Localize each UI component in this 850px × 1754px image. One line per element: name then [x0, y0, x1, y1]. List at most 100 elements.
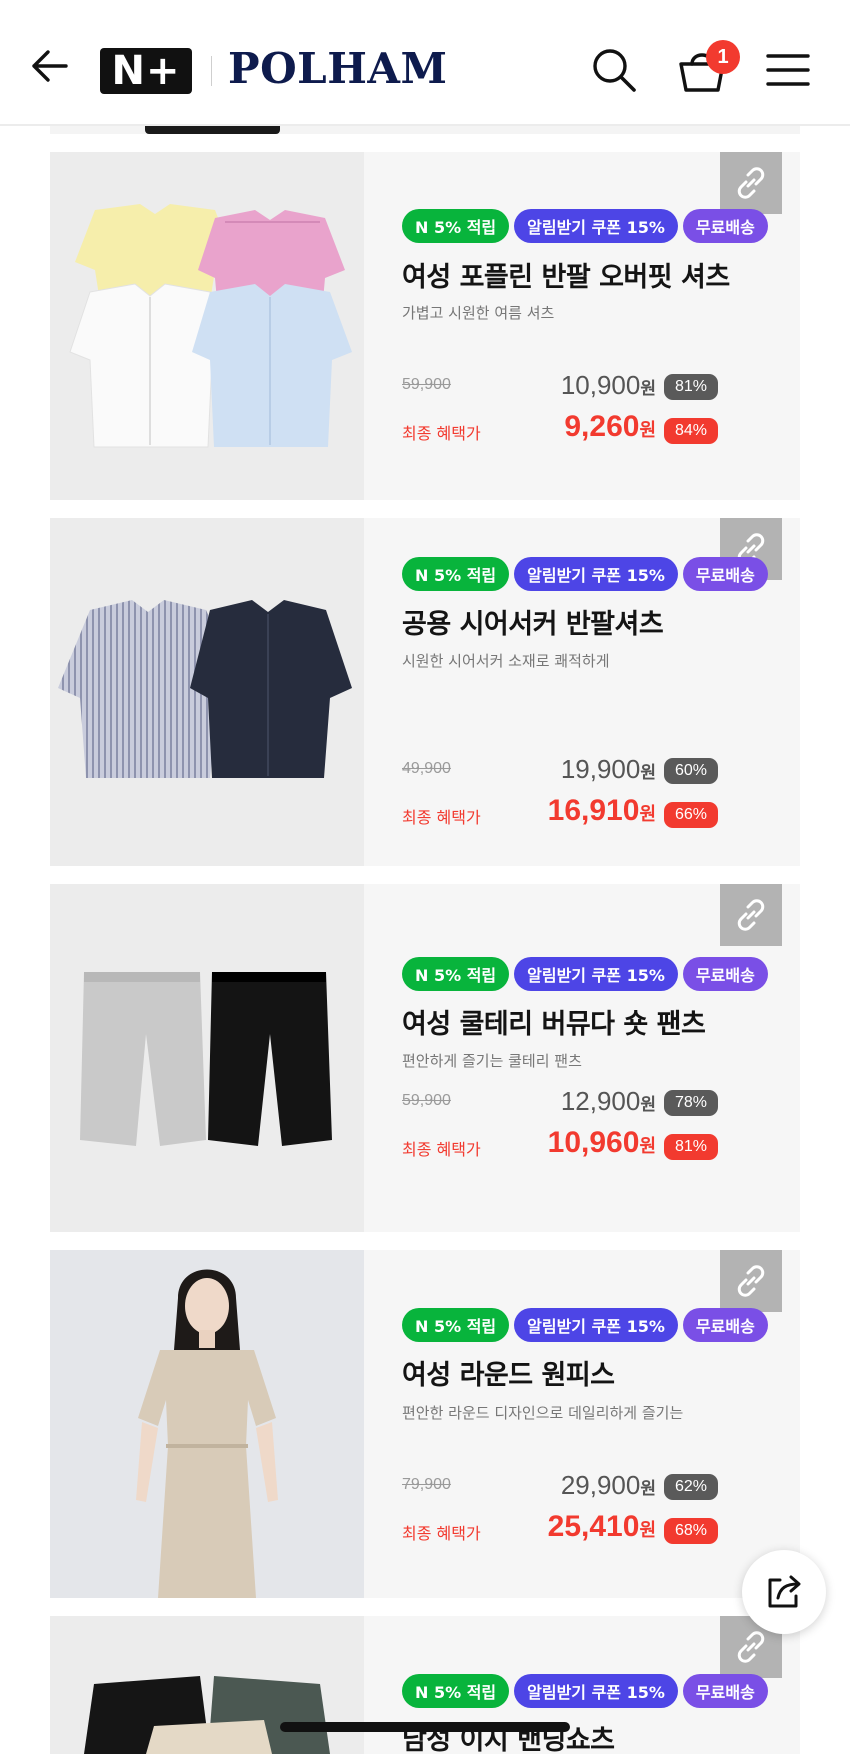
- top-app-bar: N+ POLHAM 1: [0, 0, 850, 126]
- back-button[interactable]: [28, 44, 72, 88]
- benefit-badges: N 5% 적립 알림받기 쿠폰 15% 무료배송: [402, 1674, 768, 1708]
- coupon-badge: 알림받기 쿠폰 15%: [514, 1308, 678, 1342]
- sale-price-value: 19,900: [560, 754, 641, 784]
- free-shipping-badge: 무료배송: [682, 1308, 768, 1342]
- final-price-value: 9,260: [564, 410, 640, 443]
- product-description: 가볍고 시원한 여름 셔츠: [402, 304, 555, 322]
- currency-unit: 원: [639, 804, 656, 824]
- free-shipping-badge: 무료배송: [682, 209, 768, 243]
- share-icon: [768, 1575, 801, 1608]
- original-price: 59,900: [402, 376, 451, 393]
- search-icon: [593, 49, 636, 92]
- sale-discount-badge: 81%: [664, 374, 718, 400]
- search-button[interactable]: [590, 46, 638, 94]
- product-info: N 5% 적립 알림받기 쿠폰 15% 무료배송 공용 시어서커 반팔셔츠 시원…: [364, 518, 800, 866]
- currency-unit: 원: [639, 1520, 656, 1540]
- menu-button[interactable]: [764, 50, 812, 90]
- free-shipping-badge: 무료배송: [682, 1674, 768, 1708]
- original-price: 49,900: [402, 760, 451, 777]
- final-price: 16,910원: [548, 794, 656, 828]
- product-card[interactable]: N 5% 적립 알림받기 쿠폰 15% 무료배송 여성 라운드 원피스 편안한 …: [50, 1250, 800, 1598]
- benefit-badges: N 5% 적립 알림받기 쿠폰 15% 무료배송: [402, 1308, 768, 1342]
- benefit-badges: N 5% 적립 알림받기 쿠폰 15% 무료배송: [402, 209, 768, 243]
- final-price: 25,410원: [548, 1510, 656, 1544]
- final-discount-badge: 66%: [664, 802, 718, 828]
- product-name[interactable]: 공용 시어서커 반팔셔츠: [402, 602, 664, 641]
- final-price-label: 최종 혜택가: [402, 808, 481, 827]
- cart-count-badge: 1: [706, 40, 740, 74]
- coupon-badge: 알림받기 쿠폰 15%: [514, 209, 678, 243]
- arrow-left-icon: [32, 50, 68, 82]
- final-price: 10,960원: [548, 1126, 656, 1160]
- currency-unit: 원: [640, 379, 656, 398]
- sale-discount-badge: 60%: [664, 758, 718, 784]
- sale-price: 10,900원: [561, 370, 656, 401]
- points-badge: N 5% 적립: [402, 557, 510, 591]
- link-icon: [737, 899, 765, 931]
- share-button[interactable]: [742, 1550, 826, 1634]
- final-price-value: 10,960: [547, 1126, 640, 1159]
- product-description: 편안한 라운드 디자인으로 데일리하게 즐기는: [402, 1404, 684, 1422]
- sale-price-value: 12,900: [560, 1086, 641, 1116]
- brand-divider: [211, 56, 212, 86]
- link-icon: [737, 167, 765, 199]
- previous-item-peek: [50, 126, 800, 134]
- currency-unit: 원: [640, 1479, 656, 1498]
- points-badge: N 5% 적립: [402, 1674, 510, 1708]
- coupon-badge: 알림받기 쿠폰 15%: [514, 1674, 678, 1708]
- sale-price: 29,900원: [561, 1470, 656, 1501]
- copy-link-button[interactable]: [720, 1250, 782, 1312]
- original-price: 59,900: [402, 1092, 451, 1109]
- final-price: 9,260원: [564, 410, 656, 444]
- product-name[interactable]: 여성 쿨테리 버뮤다 숏 팬츠: [402, 1002, 706, 1041]
- benefit-badges: N 5% 적립 알림받기 쿠폰 15% 무료배송: [402, 957, 768, 991]
- product-description: 시원한 시어서커 소재로 쾌적하게: [402, 652, 610, 670]
- product-info: N 5% 적립 알림받기 쿠폰 15% 무료배송 여성 쿨테리 버뮤다 숏 팬츠…: [364, 884, 800, 1232]
- currency-unit: 원: [640, 1095, 656, 1114]
- final-price-label: 최종 혜택가: [402, 424, 481, 443]
- product-image[interactable]: [50, 1616, 364, 1754]
- coupon-badge: 알림받기 쿠폰 15%: [514, 957, 678, 991]
- free-shipping-badge: 무료배송: [682, 957, 768, 991]
- product-image[interactable]: [50, 152, 364, 500]
- hamburger-menu-icon: [766, 54, 810, 86]
- product-info: N 5% 적립 알림받기 쿠폰 15% 무료배송 여성 라운드 원피스 편안한 …: [364, 1250, 800, 1598]
- free-shipping-badge: 무료배송: [682, 557, 768, 591]
- product-name[interactable]: 여성 라운드 원피스: [402, 1353, 615, 1392]
- product-info: N 5% 적립 알림받기 쿠폰 15% 무료배송 여성 포플린 반팔 오버핏 셔…: [364, 152, 800, 500]
- product-name[interactable]: 여성 포플린 반팔 오버핏 셔츠: [402, 255, 730, 294]
- product-image[interactable]: [50, 1250, 364, 1598]
- points-badge: N 5% 적립: [402, 1308, 510, 1342]
- sale-price: 12,900원: [561, 1086, 656, 1117]
- sale-discount-badge: 62%: [664, 1474, 718, 1500]
- sale-price-value: 10,900: [560, 370, 641, 400]
- link-icon: [737, 1631, 765, 1663]
- final-price-label: 최종 혜택가: [402, 1524, 481, 1543]
- product-info: N 5% 적립 알림받기 쿠폰 15% 무료배송 남성 이지 밴딩쇼츠: [364, 1616, 800, 1754]
- sale-price: 19,900원: [561, 754, 656, 785]
- points-badge: N 5% 적립: [402, 957, 510, 991]
- final-price-value: 25,410: [547, 1510, 640, 1543]
- sale-price-value: 29,900: [560, 1470, 641, 1500]
- final-discount-badge: 84%: [664, 418, 718, 444]
- product-card[interactable]: N 5% 적립 알림받기 쿠폰 15% 무료배송 여성 포플린 반팔 오버핏 셔…: [50, 152, 800, 500]
- final-price-label: 최종 혜택가: [402, 1140, 481, 1159]
- currency-unit: 원: [640, 763, 656, 782]
- product-card[interactable]: N 5% 적립 알림받기 쿠폰 15% 무료배송 공용 시어서커 반팔셔츠 시원…: [50, 518, 800, 866]
- brand-logo[interactable]: POLHAM: [228, 44, 447, 93]
- final-discount-badge: 81%: [664, 1134, 718, 1160]
- product-card[interactable]: N 5% 적립 알림받기 쿠폰 15% 무료배송 여성 쿨테리 버뮤다 숏 팬츠…: [50, 884, 800, 1232]
- currency-unit: 원: [639, 1136, 656, 1156]
- currency-unit: 원: [639, 420, 656, 440]
- sale-discount-badge: 78%: [664, 1090, 718, 1116]
- benefit-badges: N 5% 적립 알림받기 쿠폰 15% 무료배송: [402, 557, 768, 591]
- naver-plus-logo[interactable]: N+: [100, 48, 192, 94]
- product-image[interactable]: [50, 518, 364, 866]
- copy-link-button[interactable]: [720, 884, 782, 946]
- product-card[interactable]: N 5% 적립 알림받기 쿠폰 15% 무료배송 남성 이지 밴딩쇼츠: [50, 1616, 800, 1754]
- coupon-badge: 알림받기 쿠폰 15%: [514, 557, 678, 591]
- product-image[interactable]: [50, 884, 364, 1232]
- home-indicator[interactable]: [280, 1722, 570, 1732]
- copy-link-button[interactable]: [720, 152, 782, 214]
- final-price-value: 16,910: [547, 794, 640, 827]
